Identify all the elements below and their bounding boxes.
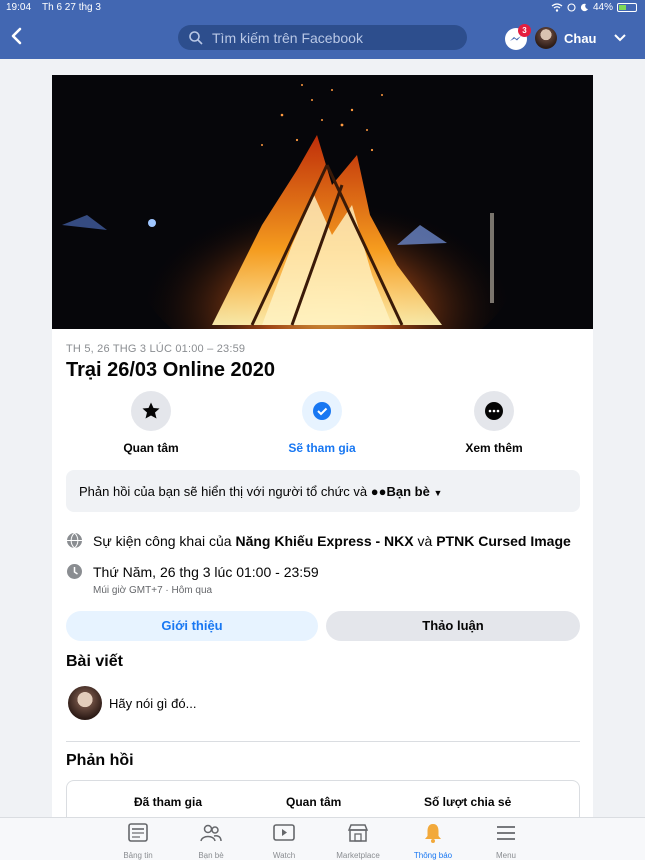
event-time-text: Thứ Năm, 26 thg 3 lúc 01:00 - 23:59	[93, 564, 319, 580]
more-icon	[485, 402, 503, 420]
going-circle	[302, 391, 342, 431]
tab-discussion[interactable]: Thảo luận	[326, 611, 580, 641]
profile-name[interactable]: Chau	[564, 31, 597, 46]
marketplace-icon	[347, 824, 369, 842]
check-circle-icon	[313, 402, 331, 420]
account-menu-button[interactable]	[612, 31, 628, 45]
alarm-icon	[567, 3, 576, 12]
status-bar: 19:04 Th 6 27 thg 3 44%	[0, 0, 645, 16]
response-visibility-notice[interactable]: Phản hồi của bạn sẽ hiển thị với người t…	[66, 470, 580, 512]
battery-icon	[617, 3, 637, 12]
friends-icon	[200, 824, 222, 842]
search-placeholder: Tìm kiếm trên Facebook	[212, 29, 363, 46]
composer-avatar	[68, 686, 102, 720]
back-button[interactable]	[10, 25, 30, 49]
nav-label: Bảng tin	[123, 851, 153, 860]
chevron-left-icon	[11, 27, 22, 45]
nav-menu[interactable]: Menu	[471, 822, 541, 860]
nav-label: Watch	[272, 851, 296, 860]
going-button[interactable]: Sẽ tham gia	[262, 391, 382, 455]
public-event-joiner: và	[417, 533, 433, 549]
event-date-line: TH 5, 26 THG 3 LÚC 01:00 – 23:59	[66, 343, 246, 355]
friends-icon-small: ●●	[370, 484, 387, 499]
interested-label: Quan tâm	[123, 441, 179, 455]
host-link-2[interactable]: PTNK Cursed Image	[436, 533, 571, 549]
messenger-badge: 3	[518, 24, 531, 37]
menu-icon	[497, 826, 515, 840]
top-bar: 19:04 Th 6 27 thg 3 44% Tìm kiếm trên Fa…	[0, 0, 645, 59]
interested-circle	[131, 391, 171, 431]
profile-avatar[interactable]	[535, 27, 557, 49]
watch-icon	[273, 824, 295, 841]
moon-icon	[580, 3, 588, 12]
status-right: 44%	[551, 2, 637, 13]
news-feed-icon	[128, 823, 148, 842]
notice-text: Phản hồi của bạn sẽ hiển thị với người t…	[79, 484, 368, 499]
nav-marketplace[interactable]: Marketplace	[323, 822, 393, 860]
event-cover-photo	[52, 75, 593, 329]
post-composer-input[interactable]: Hãy nói gì đó...	[109, 696, 196, 711]
host-link-1[interactable]: Năng Khiếu Express - NKX	[235, 533, 413, 549]
bell-icon	[425, 824, 441, 843]
nav-label: Bạn bè	[198, 851, 224, 860]
event-title: Trại 26/03 Online 2020	[66, 359, 276, 381]
bonfire-image	[52, 75, 593, 329]
event-card: TH 5, 26 THG 3 LÚC 01:00 – 23:59 Trại 26…	[52, 75, 593, 840]
stat-going-label[interactable]: Đã tham gia	[134, 795, 202, 809]
chevron-down-icon	[614, 34, 626, 42]
interested-button[interactable]: Quan tâm	[91, 391, 211, 455]
more-circle	[474, 391, 514, 431]
status-time: 19:04	[6, 2, 32, 13]
public-event-prefix: Sự kiện công khai của	[93, 533, 232, 549]
search-icon	[189, 30, 203, 45]
battery-percent: 44%	[592, 2, 613, 13]
bottom-navigation: Bảng tin Bạn bè Watch Marketplace Thông …	[0, 817, 645, 860]
status-date: Th 6 27 thg 3	[42, 2, 101, 13]
clock-icon	[67, 564, 82, 579]
more-button[interactable]: Xem thêm	[434, 391, 554, 455]
wifi-icon	[551, 3, 563, 12]
caret-down-icon: ▼	[433, 488, 443, 498]
stat-interested-label[interactable]: Quan tâm	[286, 795, 341, 809]
star-icon	[142, 402, 160, 419]
search-bar[interactable]: Tìm kiếm trên Facebook	[178, 25, 467, 50]
nav-label: Menu	[495, 851, 516, 860]
nav-friends[interactable]: Bạn bè	[176, 822, 246, 860]
more-label: Xem thêm	[465, 441, 523, 455]
nav-label: Marketplace	[336, 851, 380, 860]
timezone-text: Múi giờ GMT+7 · Hôm qua	[93, 585, 213, 596]
tab-about[interactable]: Giới thiệu	[66, 611, 318, 641]
notice-audience: Bạn bè	[386, 484, 430, 499]
responses-heading: Phản hồi	[66, 752, 134, 769]
nav-notifications[interactable]: Thông báo	[398, 822, 468, 860]
nav-watch[interactable]: Watch	[249, 822, 319, 860]
nav-label: Thông báo	[413, 851, 453, 860]
divider	[66, 741, 580, 742]
globe-icon	[67, 532, 82, 549]
posts-heading: Bài viết	[66, 653, 123, 670]
going-label: Sẽ tham gia	[288, 441, 356, 455]
nav-news-feed[interactable]: Bảng tin	[103, 822, 173, 860]
stat-shares-label[interactable]: Số lượt chia sẻ	[424, 795, 511, 809]
